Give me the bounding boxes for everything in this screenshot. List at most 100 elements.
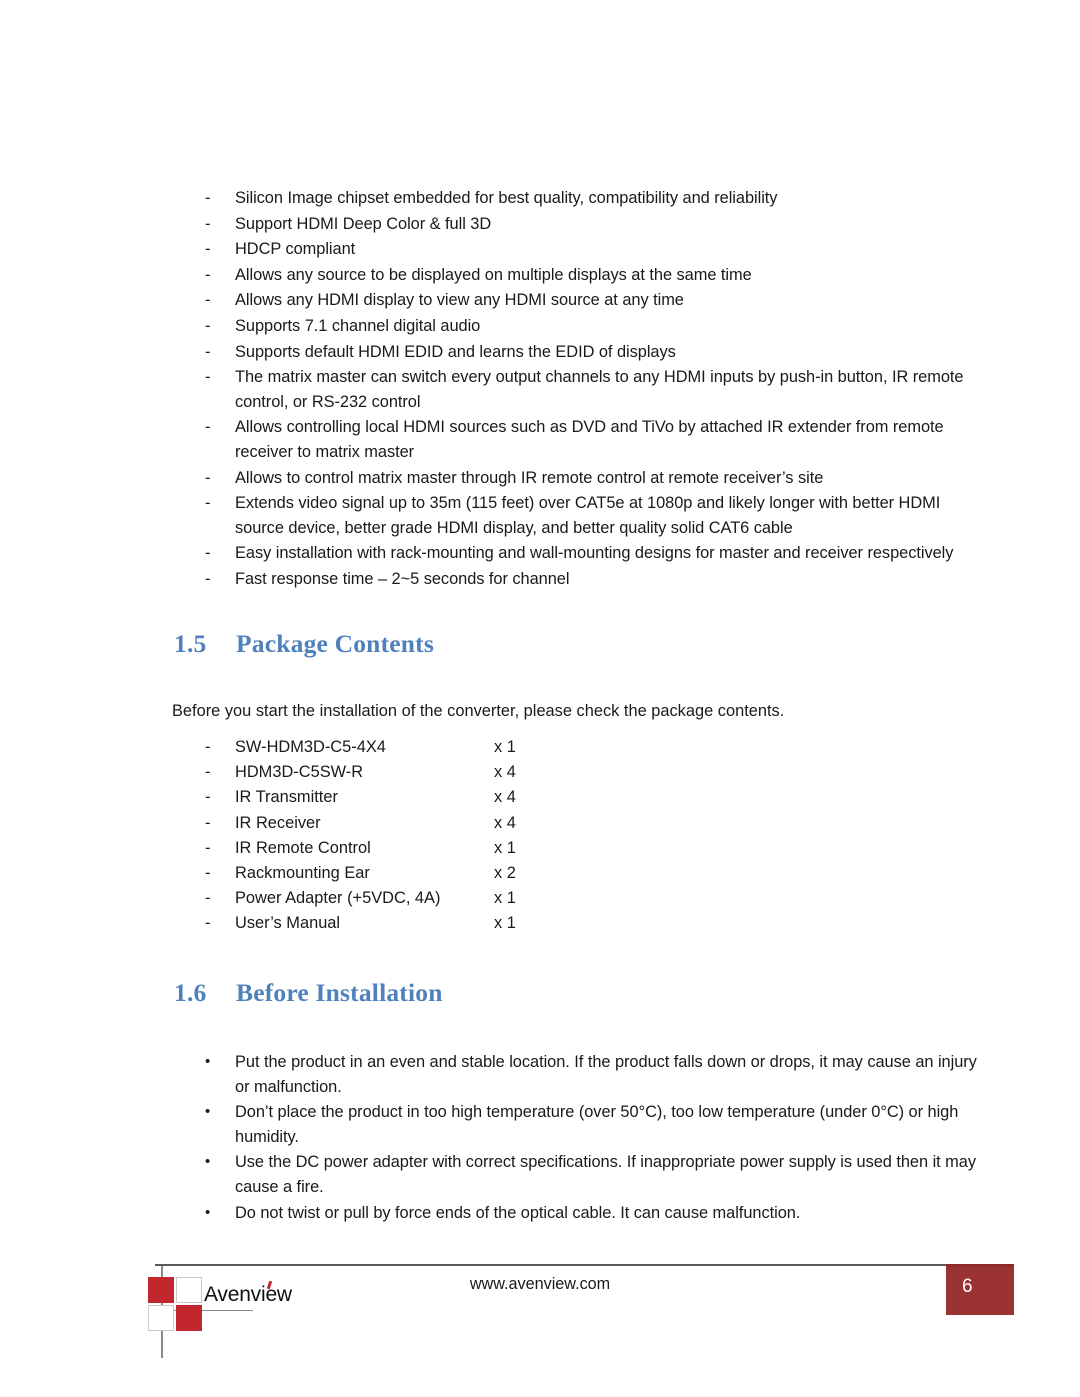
list-item-text: The matrix master can switch every outpu… (235, 368, 964, 411)
section-number: 1.5 (174, 629, 207, 658)
list-item-text: Allows any source to be displayed on mul… (235, 265, 752, 284)
package-contents-list: - SW-HDM3D-C5-4X4 x 1 - HDM3D-C5SW-R x 4 - IR T… (172, 738, 672, 940)
list-item: - Supports default HDMI EDID and learns t… (172, 340, 980, 365)
list-item: - Easy installation with rack-mounting an… (172, 541, 980, 566)
list-item-text: Allows to control matrix master through … (235, 468, 824, 487)
list-item-text: Use the DC power adapter with correct sp… (235, 1153, 976, 1196)
page-number-badge: 6 (946, 1264, 1014, 1315)
list-item: - Supports 7.1 channel digital audio (172, 314, 980, 339)
list-marker: - (205, 189, 211, 207)
list-marker: - (205, 342, 211, 361)
logo-square-red-bottom-right (176, 1305, 202, 1331)
list-item-text: Supports 7.1 channel digital audio (235, 316, 481, 335)
list-marker: - (205, 240, 211, 259)
list-marker: - (205, 914, 211, 933)
list-item: - The matrix master can switch every outp… (172, 365, 980, 414)
package-item-name: IR Remote Control (235, 838, 371, 857)
package-item-row: - IR Transmitter x 4 (172, 788, 672, 813)
list-item: - Allows to control matrix master through… (172, 466, 980, 491)
list-item-text: Support HDMI Deep Color & full 3D (235, 214, 492, 233)
list-item: • Use the DC power adapter with correct s… (172, 1150, 987, 1199)
package-item-name: IR Transmitter (235, 788, 338, 807)
list-marker: • (205, 1103, 211, 1121)
section-number: 1.6 (174, 978, 207, 1007)
list-item-text: Allows controlling local HDMI sources su… (235, 418, 944, 461)
list-item-text: Easy installation with rack-mounting and… (235, 544, 954, 563)
list-item: - Allows any HDMI display to view any HDM… (172, 288, 980, 313)
list-marker: - (205, 291, 211, 310)
list-item-text: Supports default HDMI EDID and learns th… (235, 342, 676, 361)
list-item: - Extends video signal up to 35m (115 fee… (172, 491, 980, 540)
list-item: - Silicon Image chipset embedded for best… (172, 186, 980, 211)
precaution-list: • Put the product in an even and stable l… (172, 1050, 987, 1226)
package-item-name: HDM3D-C5SW-R (235, 763, 364, 782)
section-title: Before Installation (236, 978, 443, 1007)
package-item-row: - Power Adapter (+5VDC, 4A) x 1 (172, 889, 672, 914)
package-item-quantity: x 1 (494, 738, 516, 756)
document-page: - Silicon Image chipset embedded for best… (0, 0, 1080, 1397)
section-heading-before-installation: 1.6 Before Installation (174, 978, 443, 1008)
package-item-row: - IR Remote Control x 1 (172, 839, 672, 864)
list-item: • Don’t place the product in too high tem… (172, 1100, 987, 1149)
list-marker: - (205, 813, 211, 832)
package-item-name: IR Receiver (235, 813, 321, 832)
list-item: - HDCP compliant (172, 237, 980, 262)
list-item-text: Extends video signal up to 35m (115 feet… (235, 494, 941, 537)
list-marker: - (205, 265, 211, 284)
feature-list: - Silicon Image chipset embedded for best… (172, 186, 980, 593)
list-item-text: HDCP compliant (235, 240, 356, 259)
list-marker: • (205, 1053, 211, 1070)
package-item-quantity: x 4 (494, 788, 516, 807)
list-marker: - (205, 838, 211, 857)
list-marker: - (205, 863, 211, 882)
list-marker: - (205, 418, 211, 437)
list-marker: - (205, 368, 211, 387)
package-item-quantity: x 4 (494, 763, 516, 782)
package-item-row: - HDM3D-C5SW-R x 4 (172, 763, 672, 788)
package-item-quantity: x 1 (494, 889, 516, 908)
list-marker: - (205, 544, 211, 563)
list-item-text: Allows any HDMI display to view any HDMI… (235, 291, 684, 310)
list-marker: - (205, 788, 211, 807)
list-item-text: Silicon Image chipset embedded for best … (235, 189, 778, 207)
list-marker: - (205, 214, 211, 233)
list-item-text: Don’t place the product in too high temp… (235, 1103, 959, 1146)
package-item-quantity: x 1 (494, 914, 516, 933)
package-item-name: User’s Manual (235, 914, 341, 933)
list-item-text: Fast response time – 2~5 seconds for cha… (235, 569, 570, 588)
list-marker: • (205, 1153, 211, 1171)
package-item-quantity: x 1 (494, 838, 516, 857)
package-item-quantity: x 2 (494, 863, 516, 882)
list-item-text: Do not twist or pull by force ends of th… (235, 1203, 801, 1222)
list-marker: - (205, 763, 211, 782)
logo-square-white-bottom-left (148, 1305, 174, 1331)
list-item: - Support HDMI Deep Color & full 3D (172, 212, 980, 237)
package-item-row: - IR Receiver x 4 (172, 814, 672, 839)
list-marker: • (205, 1203, 211, 1221)
page-number: 6 (962, 1276, 973, 1297)
package-item-name: Rackmounting Ear (235, 863, 370, 882)
list-item: • Do not twist or pull by force ends of t… (172, 1201, 987, 1226)
list-marker: - (205, 468, 211, 487)
section-title: Package Contents (236, 629, 434, 658)
package-item-row: - SW-HDM3D-C5-4X4 x 1 (172, 738, 672, 763)
package-item-name: Power Adapter (+5VDC, 4A) (235, 889, 441, 908)
list-marker: - (205, 889, 211, 908)
footer-divider (155, 1264, 985, 1266)
package-item-name: SW-HDM3D-C5-4X4 (235, 738, 386, 756)
list-item: - Fast response time – 2~5 seconds for ch… (172, 567, 980, 592)
package-item-row: - User’s Manual x 1 (172, 914, 672, 939)
list-marker: - (205, 569, 211, 588)
list-marker: - (205, 316, 211, 335)
package-item-row: - Rackmounting Ear x 2 (172, 864, 672, 889)
list-item: - Allows controlling local HDMI sources s… (172, 415, 980, 464)
list-item: • Put the product in an even and stable l… (172, 1050, 987, 1099)
package-contents-intro: Before you start the installation of the… (172, 702, 785, 720)
list-item-text: Put the product in an even and stable lo… (235, 1053, 977, 1096)
list-item: - Allows any source to be displayed on mu… (172, 263, 980, 288)
list-marker: - (205, 494, 211, 513)
list-marker: - (205, 738, 211, 756)
package-item-quantity: x 4 (494, 813, 516, 832)
section-heading-package-contents: 1.5 Package Contents (174, 629, 434, 659)
footer-website-url: www.avenview.com (469, 1275, 611, 1293)
